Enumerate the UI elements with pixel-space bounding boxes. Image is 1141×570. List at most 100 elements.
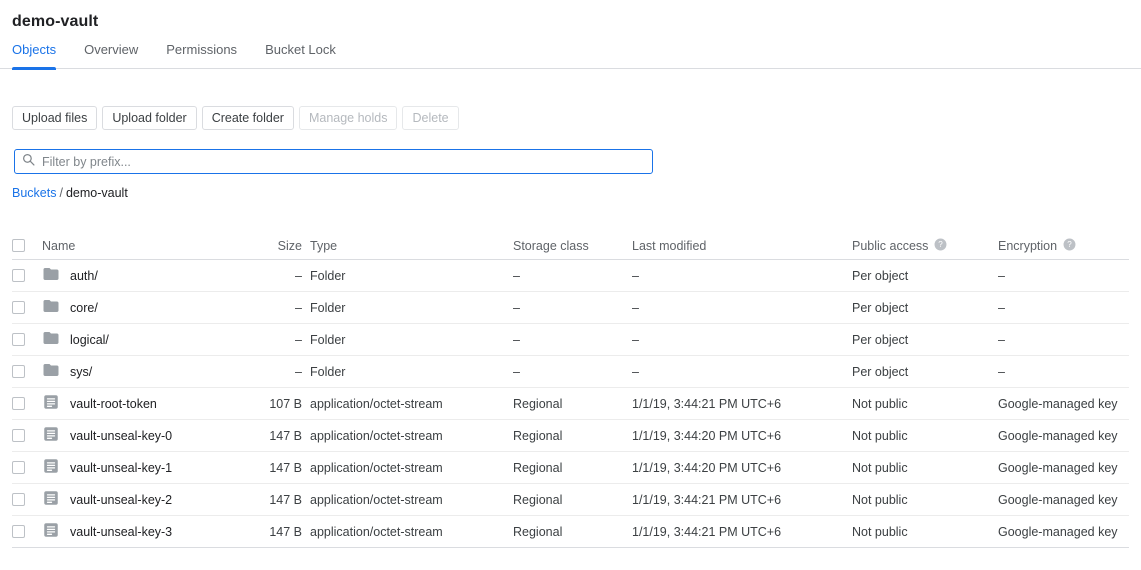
tab-bucket-lock[interactable]: Bucket Lock bbox=[265, 42, 336, 69]
row-select-cell bbox=[12, 365, 42, 378]
breadcrumb-current: demo-vault bbox=[66, 186, 128, 200]
folder-icon bbox=[42, 329, 60, 350]
table-row[interactable]: vault-root-token107 Bapplication/octet-s… bbox=[12, 388, 1129, 420]
cell-type: Folder bbox=[310, 333, 513, 347]
filter-field[interactable] bbox=[14, 149, 653, 174]
object-name-link[interactable]: vault-unseal-key-3 bbox=[70, 525, 172, 539]
table-row[interactable]: vault-unseal-key-1147 Bapplication/octet… bbox=[12, 452, 1129, 484]
object-name-link[interactable]: core/ bbox=[70, 301, 98, 315]
table-header-row: Name Size Type Storage class Last modifi… bbox=[12, 232, 1129, 260]
cell-encryption: – bbox=[998, 333, 1129, 347]
cell-last-modified: – bbox=[632, 365, 852, 379]
delete-button: Delete bbox=[402, 106, 458, 130]
row-checkbox[interactable] bbox=[12, 301, 25, 314]
row-select-cell bbox=[12, 333, 42, 346]
file-icon bbox=[42, 457, 60, 478]
table-row[interactable]: sys/–Folder––Per object– bbox=[12, 356, 1129, 388]
cell-type: Folder bbox=[310, 269, 513, 283]
table-row[interactable]: auth/–Folder––Per object– bbox=[12, 260, 1129, 292]
cell-storage-class: Regional bbox=[513, 429, 632, 443]
folder-icon bbox=[42, 297, 60, 318]
cell-public-access: Not public bbox=[852, 397, 998, 411]
row-checkbox[interactable] bbox=[12, 525, 25, 538]
object-name-link[interactable]: sys/ bbox=[70, 365, 92, 379]
breadcrumb-buckets-link[interactable]: Buckets bbox=[12, 186, 56, 200]
svg-text:?: ? bbox=[939, 240, 944, 249]
table-row[interactable]: core/–Folder––Per object– bbox=[12, 292, 1129, 324]
cell-encryption: Google-managed key bbox=[998, 461, 1129, 475]
table-row[interactable]: vault-unseal-key-0 147 Bapplication/octet… bbox=[12, 420, 1129, 452]
row-checkbox[interactable] bbox=[12, 461, 25, 474]
cell-public-access: Per object bbox=[852, 333, 998, 347]
folder-icon bbox=[42, 361, 60, 382]
column-header-size[interactable]: Size bbox=[242, 239, 310, 253]
cell-name: sys/ bbox=[42, 361, 242, 382]
table-row[interactable]: vault-unseal-key-3147 Bapplication/octet… bbox=[12, 516, 1129, 548]
cell-size: 147 B bbox=[242, 493, 310, 507]
cell-size: 147 B bbox=[242, 525, 310, 539]
column-header-public-access-label: Public access bbox=[852, 239, 928, 253]
help-icon[interactable]: ? bbox=[934, 238, 947, 254]
cell-type: Folder bbox=[310, 365, 513, 379]
tab-objects[interactable]: Objects bbox=[12, 42, 56, 69]
object-name-link[interactable]: vault-unseal-key-1 bbox=[70, 461, 172, 475]
cell-public-access: Not public bbox=[852, 525, 998, 539]
cell-name: vault-root-token bbox=[42, 393, 242, 414]
column-header-encryption-label: Encryption bbox=[998, 239, 1057, 253]
cell-last-modified: 1/1/19, 3:44:20 PM UTC+6 bbox=[632, 429, 852, 443]
upload-folder-button[interactable]: Upload folder bbox=[102, 106, 196, 130]
tab-overview[interactable]: Overview bbox=[84, 42, 138, 69]
row-checkbox[interactable] bbox=[12, 493, 25, 506]
cell-storage-class: – bbox=[513, 269, 632, 283]
cell-type: application/octet-stream bbox=[310, 461, 513, 475]
upload-files-button[interactable]: Upload files bbox=[12, 106, 97, 130]
cell-size: 147 B bbox=[242, 429, 310, 443]
row-select-cell bbox=[12, 301, 42, 314]
column-header-last-modified[interactable]: Last modified bbox=[632, 239, 852, 253]
select-all-checkbox[interactable] bbox=[12, 239, 25, 252]
object-name-link[interactable]: vault-root-token bbox=[70, 397, 157, 411]
row-checkbox[interactable] bbox=[12, 397, 25, 410]
column-header-type[interactable]: Type bbox=[310, 239, 513, 253]
cell-last-modified: – bbox=[632, 333, 852, 347]
cell-encryption: Google-managed key bbox=[998, 397, 1129, 411]
object-name-link[interactable]: vault-unseal-key-0 bbox=[70, 429, 172, 443]
search-input[interactable] bbox=[42, 150, 652, 173]
table-row[interactable]: logical/–Folder––Per object– bbox=[12, 324, 1129, 356]
cell-type: application/octet-stream bbox=[310, 493, 513, 507]
create-folder-button[interactable]: Create folder bbox=[202, 106, 294, 130]
cell-last-modified: – bbox=[632, 269, 852, 283]
table-row[interactable]: vault-unseal-key-2 147 Bapplication/octet… bbox=[12, 484, 1129, 516]
column-header-name[interactable]: Name bbox=[42, 239, 242, 253]
cell-name: vault-unseal-key-2 bbox=[42, 489, 242, 510]
cell-storage-class: Regional bbox=[513, 493, 632, 507]
cell-name: logical/ bbox=[42, 329, 242, 350]
cell-last-modified: 1/1/19, 3:44:21 PM UTC+6 bbox=[632, 397, 852, 411]
tab-permissions[interactable]: Permissions bbox=[166, 42, 237, 69]
manage-holds-button: Manage holds bbox=[299, 106, 398, 130]
help-icon[interactable]: ? bbox=[1063, 238, 1076, 254]
column-header-encryption[interactable]: Encryption ? bbox=[998, 238, 1129, 254]
object-name-link[interactable]: logical/ bbox=[70, 333, 109, 347]
file-icon bbox=[42, 393, 60, 414]
cell-size: – bbox=[242, 301, 310, 315]
cell-name: core/ bbox=[42, 297, 242, 318]
cell-public-access: Not public bbox=[852, 461, 998, 475]
breadcrumb: Buckets/demo-vault bbox=[12, 186, 128, 200]
row-checkbox[interactable] bbox=[12, 429, 25, 442]
object-name-link[interactable]: auth/ bbox=[70, 269, 98, 283]
cell-last-modified: 1/1/19, 3:44:21 PM UTC+6 bbox=[632, 493, 852, 507]
column-header-public-access[interactable]: Public access ? bbox=[852, 238, 998, 254]
tab-bar: Objects Overview Permissions Bucket Lock bbox=[0, 42, 1141, 69]
column-header-storage-class[interactable]: Storage class bbox=[513, 239, 632, 253]
row-checkbox[interactable] bbox=[12, 365, 25, 378]
cell-storage-class: Regional bbox=[513, 461, 632, 475]
file-icon bbox=[42, 425, 60, 446]
cell-size: – bbox=[242, 365, 310, 379]
cell-name: vault-unseal-key-0 bbox=[42, 425, 242, 446]
row-checkbox[interactable] bbox=[12, 333, 25, 346]
cell-type: application/octet-stream bbox=[310, 429, 513, 443]
row-checkbox[interactable] bbox=[12, 269, 25, 282]
object-name-link[interactable]: vault-unseal-key-2 bbox=[70, 493, 172, 507]
cell-encryption: Google-managed key bbox=[998, 493, 1129, 507]
